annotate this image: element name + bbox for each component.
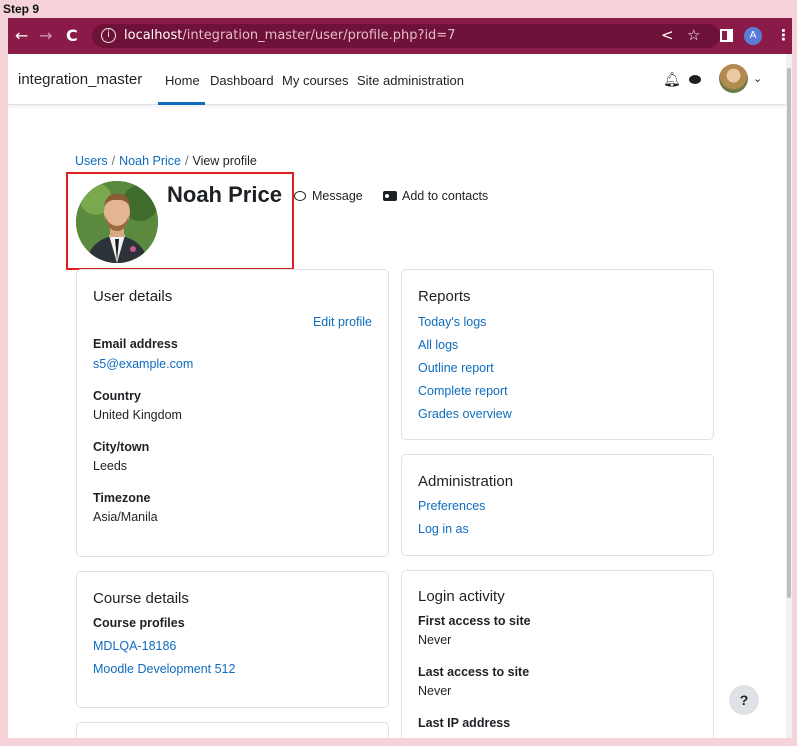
breadcrumb-user[interactable]: Noah Price — [119, 154, 181, 168]
forward-arrow-icon[interactable]: → — [39, 26, 52, 46]
notification-bell-icon[interactable]: 🔔︎ — [663, 71, 681, 88]
page-scrollbar[interactable] — [786, 54, 792, 738]
todays-logs-link[interactable]: Today's logs — [418, 315, 486, 329]
side-panel-icon[interactable] — [720, 29, 733, 42]
user-menu-avatar[interactable] — [719, 64, 748, 93]
last-ip-label: Last IP address — [418, 716, 511, 730]
email-label: Email address — [93, 337, 178, 351]
help-button[interactable]: ? — [729, 685, 759, 715]
country-value: United Kingdom — [93, 408, 182, 422]
url-text[interactable]: localhost/integration_master/user/profil… — [124, 28, 455, 43]
breadcrumb-separator: / — [184, 154, 189, 168]
login-activity-card: Login activity First access to site Neve… — [401, 570, 714, 738]
messages-icon[interactable] — [689, 75, 701, 84]
card-title: Reports — [418, 288, 471, 305]
course-link[interactable]: MDLQA-18186 — [93, 639, 176, 653]
reload-icon[interactable]: C — [66, 26, 78, 46]
share-icon[interactable]: < — [661, 25, 674, 45]
chevron-down-icon[interactable]: ⌄ — [753, 72, 762, 85]
card-title: Course details — [93, 590, 189, 607]
site-info-icon[interactable]: i — [101, 28, 116, 43]
url-path: /integration_master/user/profile.php?id=… — [182, 28, 456, 43]
url-host: localhost — [124, 28, 183, 43]
address-card-icon — [383, 191, 397, 201]
course-link[interactable]: Moodle Development 512 — [93, 662, 235, 676]
course-profiles-label: Course profiles — [93, 616, 185, 630]
site-brand[interactable]: integration_master — [18, 71, 142, 88]
card-title: User details — [93, 288, 173, 305]
timezone-label: Timezone — [93, 491, 151, 505]
nav-home[interactable]: Home — [165, 73, 200, 88]
user-details-card: User details Edit profile Email address … — [76, 269, 389, 557]
step-label: Step 9 — [3, 2, 40, 16]
bookmark-star-icon[interactable]: ☆ — [687, 25, 700, 45]
complete-report-link[interactable]: Complete report — [418, 384, 508, 398]
active-nav-indicator — [158, 102, 205, 105]
all-logs-link[interactable]: All logs — [418, 338, 458, 352]
grades-overview-link[interactable]: Grades overview — [418, 407, 512, 421]
city-label: City/town — [93, 440, 150, 454]
message-button[interactable]: Message — [294, 189, 363, 203]
administration-card: Administration Preferences Log in as — [401, 454, 714, 556]
message-label: Message — [312, 189, 363, 203]
card-title: Login activity — [418, 588, 505, 605]
breadcrumb-current: View profile — [192, 154, 257, 168]
browser-window: ← → C i localhost/integration_master/use… — [8, 18, 792, 738]
breadcrumb-separator: / — [111, 154, 116, 168]
browser-profile-avatar[interactable]: A — [744, 27, 762, 45]
browser-toolbar: ← → C i localhost/integration_master/use… — [8, 18, 792, 54]
card-title: Administration — [418, 473, 514, 490]
back-arrow-icon[interactable]: ← — [15, 26, 28, 46]
first-access-label: First access to site — [418, 614, 531, 628]
course-details-card: Course details Course profiles MDLQA-181… — [76, 571, 389, 708]
last-access-label: Last access to site — [418, 665, 530, 679]
breadcrumb: Users / Noah Price / View profile — [75, 154, 257, 168]
add-to-contacts-button[interactable]: Add to contacts — [383, 189, 488, 203]
edit-profile-link[interactable]: Edit profile — [313, 315, 372, 329]
first-access-value: Never — [418, 633, 452, 647]
country-label: Country — [93, 389, 141, 403]
preferences-link[interactable]: Preferences — [418, 499, 485, 513]
site-navbar: integration_master Home Dashboard My cou… — [8, 54, 786, 105]
timezone-value: Asia/Manila — [93, 510, 158, 524]
log-in-as-link[interactable]: Log in as — [418, 522, 469, 536]
outline-report-link[interactable]: Outline report — [418, 361, 494, 375]
reports-card: Reports Today's logs All logs Outline re… — [401, 269, 714, 440]
nav-dashboard[interactable]: Dashboard — [210, 73, 274, 88]
city-value: Leeds — [93, 459, 128, 473]
last-access-value: Never — [418, 684, 452, 698]
scrollbar-thumb[interactable] — [787, 68, 791, 598]
highlight-annotation-box — [66, 172, 294, 270]
partial-card — [76, 722, 389, 738]
add-contacts-label: Add to contacts — [402, 189, 489, 203]
email-link[interactable]: s5@example.com — [93, 357, 193, 371]
nav-my-courses[interactable]: My courses — [282, 73, 348, 88]
breadcrumb-users[interactable]: Users — [75, 154, 108, 168]
nav-site-administration[interactable]: Site administration — [357, 73, 464, 88]
speech-bubble-icon — [294, 191, 306, 201]
address-bar[interactable]: i localhost/integration_master/user/prof… — [92, 24, 720, 48]
kebab-menu-icon[interactable]: ⋮ — [776, 25, 791, 45]
